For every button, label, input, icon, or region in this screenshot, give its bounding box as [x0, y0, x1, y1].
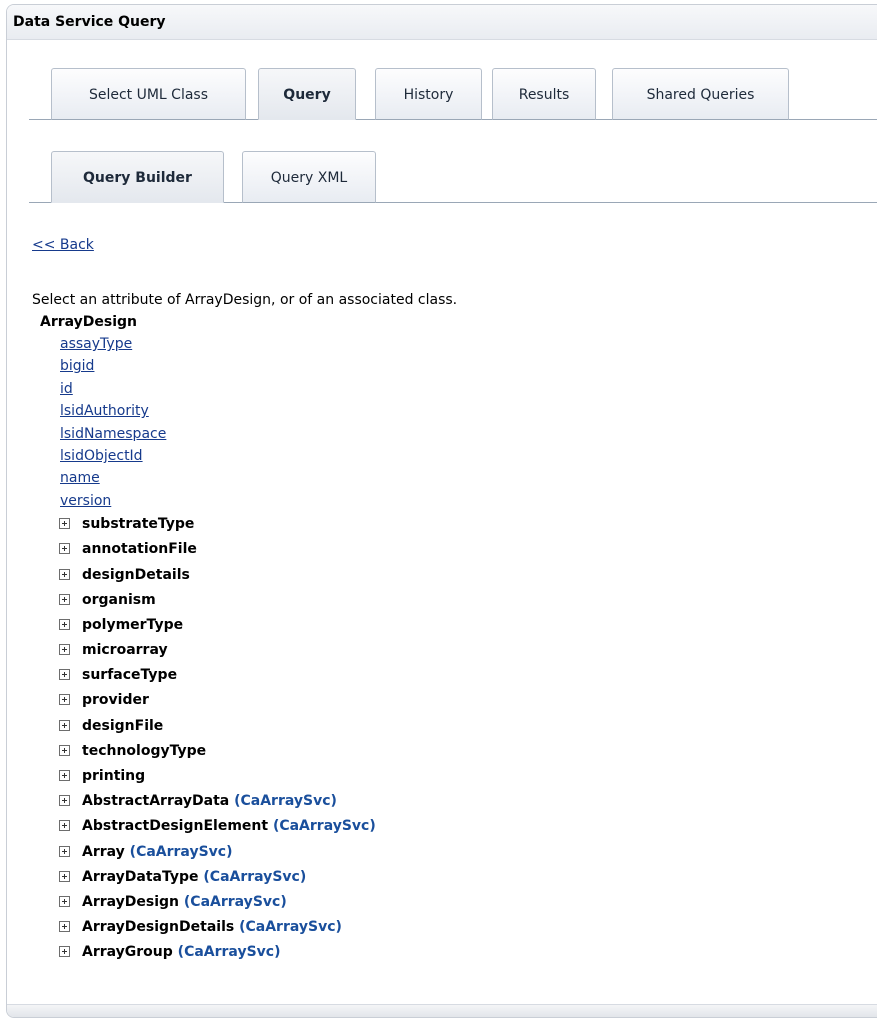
association-item[interactable]: ArrayDesignDetails (CaArraySvc)	[32, 915, 376, 940]
panel-title: Data Service Query	[7, 5, 877, 40]
tab-select-uml-class[interactable]: Select UML Class	[51, 68, 246, 120]
association-item[interactable]: provider	[32, 688, 376, 713]
association-name: designFile	[82, 717, 164, 734]
attribute-link[interactable]: name	[60, 470, 100, 486]
panel-footer	[7, 1004, 877, 1017]
expand-plus-icon[interactable]	[59, 719, 70, 731]
association-name: ArrayDataType	[82, 868, 199, 885]
tab-query-builder[interactable]: Query Builder	[51, 151, 224, 203]
association-item[interactable]: surfaceType	[32, 663, 376, 688]
query-builder-content: << Back Select an attribute of ArrayDesi…	[32, 233, 877, 960]
association-name: Array	[82, 843, 125, 860]
association-item[interactable]: AbstractDesignElement (CaArraySvc)	[32, 814, 376, 839]
association-name: AbstractDesignElement	[82, 818, 269, 835]
association-name: technologyType	[82, 742, 207, 759]
association-item[interactable]: Array (CaArraySvc)	[32, 840, 376, 865]
expand-plus-icon[interactable]	[59, 593, 70, 605]
association-name: provider	[82, 692, 149, 709]
association-service: (CaArraySvc)	[239, 919, 342, 936]
attribute-item: lsidNamespace	[32, 423, 376, 445]
attribute-link[interactable]: version	[60, 493, 111, 509]
expand-plus-icon[interactable]	[59, 870, 70, 882]
expand-plus-icon[interactable]	[59, 946, 70, 958]
attribute-link[interactable]: lsidAuthority	[60, 403, 149, 419]
root-class-label: ArrayDesign	[40, 314, 138, 330]
association-item[interactable]: designDetails	[32, 563, 376, 588]
association-item[interactable]: organism	[32, 588, 376, 613]
expand-plus-icon[interactable]	[59, 744, 70, 756]
association-item[interactable]: designFile	[32, 714, 376, 739]
association-item[interactable]: printing	[32, 764, 376, 789]
back-link[interactable]: << Back	[32, 233, 877, 257]
tab-history[interactable]: History	[375, 68, 482, 120]
association-item[interactable]: ArrayDataType (CaArraySvc)	[32, 865, 376, 890]
association-name: ArrayGroup	[82, 944, 173, 961]
class-tree: ArrayDesign assayType bigid id lsidAuthorit…	[32, 311, 376, 966]
expand-plus-icon[interactable]	[59, 895, 70, 907]
association-item[interactable]: ArrayDesign (CaArraySvc)	[32, 890, 376, 915]
association-name: microarray	[82, 642, 168, 659]
expand-plus-icon[interactable]	[59, 921, 70, 933]
association-name: ArrayDesignDetails	[82, 919, 235, 936]
association-item[interactable]: AbstractArrayData (CaArraySvc)	[32, 789, 376, 814]
attribute-item: id	[32, 378, 376, 400]
association-name: annotationFile	[82, 541, 197, 558]
attribute-link[interactable]: bigid	[60, 358, 94, 374]
association-item[interactable]: substrateType	[32, 512, 376, 537]
attribute-item: bigid	[32, 355, 376, 377]
association-name: substrateType	[82, 516, 195, 533]
association-service: (CaArraySvc)	[203, 868, 307, 885]
expand-plus-icon[interactable]	[59, 618, 70, 630]
expand-plus-icon[interactable]	[59, 845, 70, 857]
association-name: AbstractArrayData	[82, 793, 230, 810]
association-item[interactable]: annotationFile	[32, 537, 376, 562]
association-name: designDetails	[82, 566, 190, 583]
tab-shared-queries[interactable]: Shared Queries	[612, 68, 789, 120]
association-service: (CaArraySvc)	[177, 944, 281, 961]
expand-plus-icon[interactable]	[59, 795, 70, 807]
association-service: (CaArraySvc)	[272, 818, 376, 835]
attribute-link[interactable]: lsidNamespace	[60, 426, 166, 442]
association-list: substrateType annotationFile designDetails…	[32, 512, 376, 965]
attribute-item: lsidAuthority	[32, 400, 376, 422]
attribute-list: assayType bigid id lsidAuthority lsidNamespa…	[32, 333, 376, 512]
query-subtab-bar: Query Builder Query XML	[29, 148, 877, 203]
attribute-item: version	[32, 490, 376, 512]
association-service: (CaArraySvc)	[234, 793, 337, 810]
association-name: organism	[82, 591, 156, 608]
association-name: surfaceType	[82, 667, 178, 684]
association-item[interactable]: ArrayGroup (CaArraySvc)	[32, 940, 376, 965]
attribute-item: name	[32, 467, 376, 489]
attribute-item: lsidObjectId	[32, 445, 376, 467]
tab-results[interactable]: Results	[492, 68, 596, 120]
expand-plus-icon[interactable]	[59, 770, 70, 781]
association-item[interactable]: polymerType	[32, 613, 376, 638]
association-item[interactable]: microarray	[32, 638, 376, 663]
tab-query[interactable]: Query	[258, 68, 356, 120]
association-name: ArrayDesign	[82, 893, 180, 910]
attribute-link[interactable]: id	[60, 381, 73, 397]
attribute-item: assayType	[32, 333, 376, 355]
association-name: polymerType	[82, 616, 184, 633]
attribute-link[interactable]: lsidObjectId	[60, 448, 143, 464]
association-item[interactable]: technologyType	[32, 739, 376, 764]
expand-plus-icon[interactable]	[59, 694, 70, 706]
association-service: (CaArraySvc)	[183, 893, 287, 910]
attribute-link[interactable]: assayType	[60, 336, 132, 352]
association-service: (CaArraySvc)	[129, 843, 233, 860]
expand-plus-icon[interactable]	[59, 644, 70, 656]
association-name: printing	[82, 768, 146, 784]
expand-plus-icon[interactable]	[59, 820, 70, 832]
expand-plus-icon[interactable]	[59, 669, 70, 681]
data-service-query-panel: Data Service Query Select UML Class Quer…	[6, 4, 877, 1018]
expand-plus-icon[interactable]	[59, 543, 70, 555]
expand-plus-icon[interactable]	[59, 568, 70, 580]
expand-plus-icon[interactable]	[59, 518, 70, 530]
main-tab-bar: Select UML Class Query History Results S…	[29, 65, 877, 120]
instruction-text: Select an attribute of ArrayDesign, or o…	[32, 292, 458, 308]
tab-query-xml[interactable]: Query XML	[242, 151, 376, 203]
